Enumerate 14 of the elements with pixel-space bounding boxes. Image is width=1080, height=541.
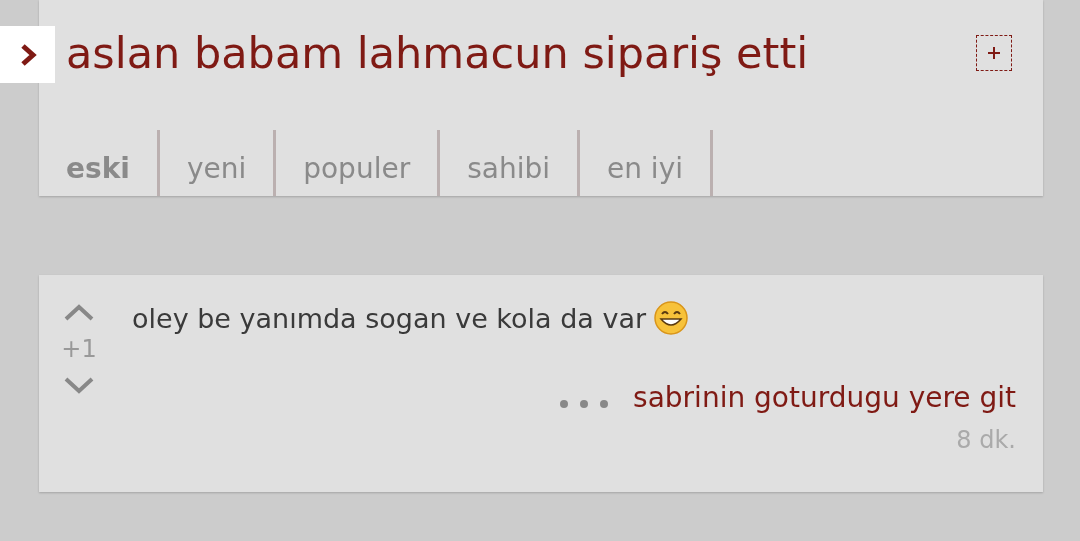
- sort-tab[interactable]: eski: [39, 130, 160, 196]
- page-title: aslan babam lahmacun sipariş etti: [66, 28, 810, 78]
- expand-button[interactable]: [0, 26, 55, 83]
- smiley-icon: [654, 301, 689, 335]
- sort-tab[interactable]: sahibi: [440, 130, 580, 196]
- ellipsis-icon: [559, 399, 610, 409]
- sort-tab[interactable]: populer: [276, 130, 441, 196]
- sort-tab[interactable]: en iyi: [580, 130, 713, 196]
- sort-tab[interactable]: yeni: [159, 130, 277, 196]
- vote-count: +1: [61, 335, 97, 363]
- comment-text: oley be yanımda sogan ve kola da var: [132, 302, 647, 334]
- plus-icon: [987, 46, 1001, 60]
- add-button[interactable]: [976, 35, 1012, 71]
- author-link[interactable]: sabrinin goturdugu yere git: [633, 381, 1016, 414]
